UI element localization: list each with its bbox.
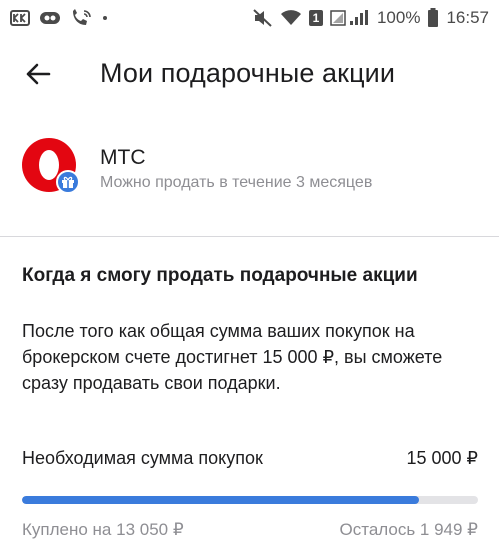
required-sum-label: Необходимая сумма покупок	[22, 448, 263, 468]
bought-amount: Куплено на 13 050 ₽	[22, 520, 184, 539]
company-name: МТС	[100, 146, 146, 169]
wifi-call-icon	[70, 9, 92, 27]
battery-percent: 100%	[376, 8, 421, 27]
mute-icon	[253, 9, 273, 27]
status-bar-left	[10, 9, 109, 27]
progress-details: Куплено на 13 050 ₽ Осталось 1 949 ₽	[22, 520, 478, 544]
required-sum-value: 15 000 ₽	[406, 448, 478, 468]
battery-icon	[427, 8, 439, 28]
company-subtitle: Можно продать в течение 3 месяцев	[100, 174, 373, 191]
status-bar: 1 100% 16:57	[0, 0, 499, 36]
info-text: После того как общая сумма ваших покупок…	[22, 321, 443, 393]
required-sum-row: Необходимая сумма покупок 15 000 ₽	[22, 448, 478, 472]
purchase-progress-fill	[22, 496, 419, 504]
company-item[interactable]: МТС Можно продать в течение 3 месяцев	[0, 128, 499, 212]
gift-icon	[56, 170, 80, 194]
dot-icon	[101, 10, 109, 26]
company-logo	[22, 138, 80, 196]
clock: 16:57	[446, 8, 489, 27]
app-bar: Мои подарочные акции	[0, 36, 499, 112]
back-button[interactable]	[22, 60, 54, 88]
info-heading: Когда я смогу продать подарочные акции	[22, 265, 418, 286]
app-icon	[39, 10, 61, 26]
status-bar-right: 1 100% 16:57	[253, 8, 489, 28]
signal-icon	[330, 9, 370, 27]
vk-icon	[10, 10, 30, 26]
wifi-icon	[280, 9, 302, 27]
remaining-amount: Осталось 1 949 ₽	[339, 520, 479, 539]
purchase-progress-bar	[22, 496, 478, 504]
arrow-left-icon	[26, 63, 51, 85]
sim-indicator: 1	[308, 10, 323, 26]
section-divider	[0, 236, 499, 237]
page-title: Мои подарочные акции	[100, 58, 396, 88]
